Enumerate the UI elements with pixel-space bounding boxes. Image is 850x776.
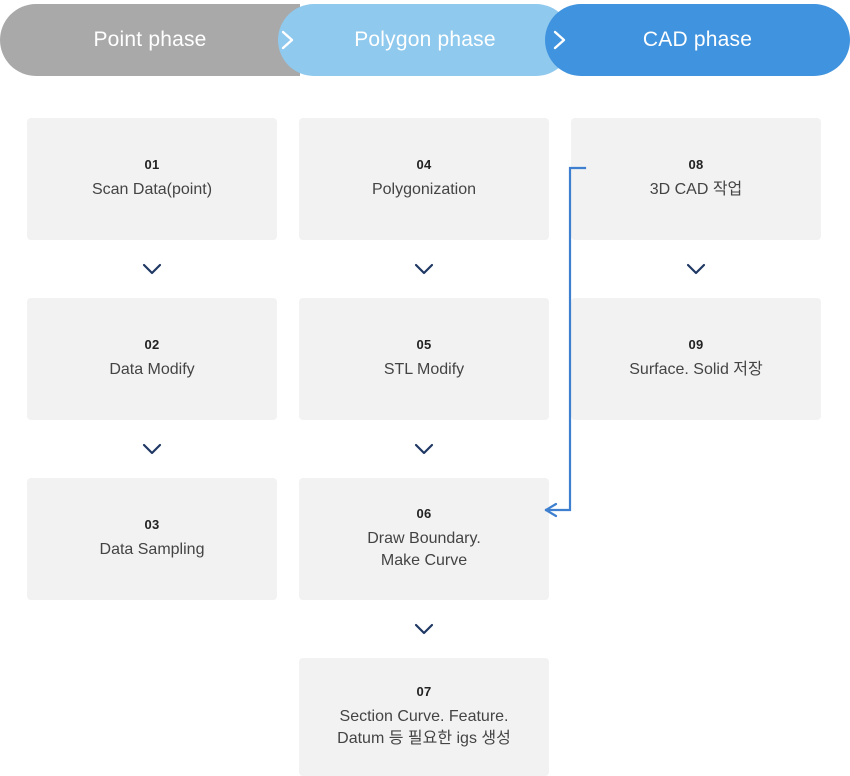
step-label-04: Polygonization	[371, 181, 477, 199]
step-number-04: 04	[416, 157, 432, 173]
phase-cad-label: CAD phase	[642, 28, 753, 51]
step-label-05: STL Modify	[383, 361, 465, 379]
step-box-09: 09 Surface. Solid 저장	[571, 298, 821, 420]
step-label-07: Section Curve. Feature. Datum 등 필요한 igs …	[337, 708, 511, 747]
polygon-column: 04 Polygonization 05 STL Modify 06 Draw …	[299, 118, 549, 776]
step-box-03: 03 Data Sampling	[27, 478, 277, 600]
step-number-09: 09	[688, 337, 704, 353]
phase-point-label: Point phase	[93, 28, 207, 51]
step-box-01: 01 Scan Data(point)	[27, 118, 277, 240]
step-number-05: 05	[416, 337, 432, 353]
step-number-07: 07	[416, 684, 432, 700]
phase-polygon: Polygon phase	[278, 4, 572, 76]
arrow-down-08-09	[571, 240, 821, 298]
step-box-02: 02 Data Modify	[27, 298, 277, 420]
phase-point: Point phase	[0, 4, 300, 76]
phase-cad: CAD phase	[545, 4, 850, 76]
step-number-01: 01	[144, 157, 160, 173]
arrow-down-06-07	[299, 600, 549, 658]
step-box-04: 04 Polygonization	[299, 118, 549, 240]
step-box-05: 05 STL Modify	[299, 298, 549, 420]
point-column: 01 Scan Data(point) 02 Data Modify 03 Da…	[27, 118, 277, 600]
arrow-down-01-02	[27, 240, 277, 298]
step-label-03: Data Sampling	[99, 541, 205, 559]
flowchart-diagram: Point phase Polygon phase CAD phase 01 S…	[0, 0, 850, 776]
step-number-08: 08	[688, 157, 704, 173]
step-number-06: 06	[416, 506, 432, 522]
step-label-08: 3D CAD 작업	[649, 181, 743, 199]
cad-column: 08 3D CAD 작업 09 Surface. Solid 저장	[571, 118, 821, 420]
step-box-06: 06 Draw Boundary. Make Curve	[299, 478, 549, 600]
arrow-down-02-03	[27, 420, 277, 478]
step-number-02: 02	[144, 337, 160, 353]
arrow-down-05-06	[299, 420, 549, 478]
step-label-02: Data Modify	[109, 361, 195, 379]
step-label-09: Surface. Solid 저장	[629, 361, 763, 379]
arrow-down-04-05	[299, 240, 549, 298]
step-label-01: Scan Data(point)	[91, 181, 213, 199]
step-box-07: 07 Section Curve. Feature. Datum 등 필요한 i…	[299, 658, 549, 776]
step-box-08: 08 3D CAD 작업	[571, 118, 821, 240]
phase-bar: Point phase Polygon phase CAD phase	[0, 4, 850, 76]
phase-polygon-label: Polygon phase	[354, 28, 496, 51]
step-number-03: 03	[144, 517, 160, 533]
step-label-06: Draw Boundary. Make Curve	[367, 530, 481, 569]
